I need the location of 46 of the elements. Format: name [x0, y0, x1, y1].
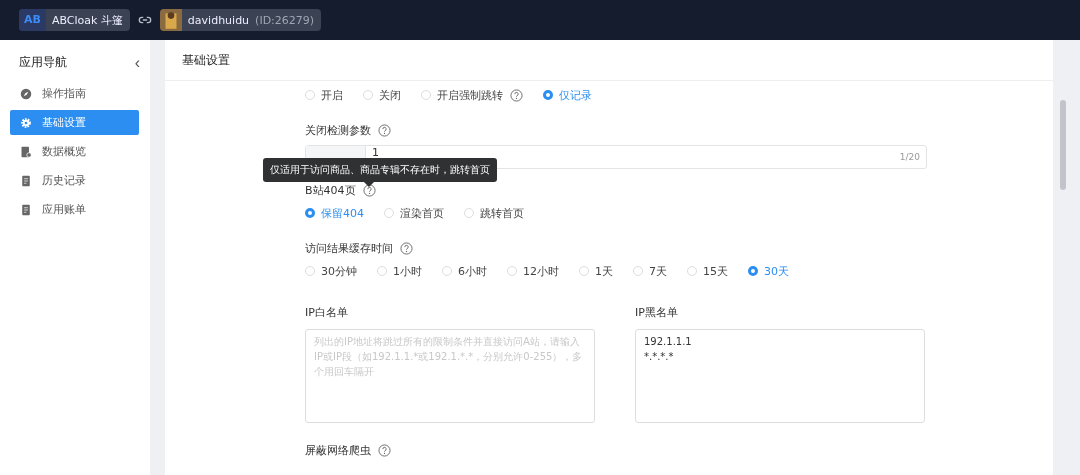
radio-option[interactable]: 关闭 [363, 87, 401, 103]
help-icon[interactable] [362, 183, 376, 197]
user-id: (ID:26279) [255, 13, 315, 27]
document-icon [20, 174, 32, 187]
field-label: B站404页 [305, 182, 356, 198]
report-icon [20, 145, 32, 158]
sidebar-title: 应用导航 [19, 54, 67, 71]
app-name: ABCloak 斗篷 [51, 12, 123, 28]
radio-option[interactable]: 12小时 [507, 263, 559, 279]
radio-option[interactable]: 开启 [305, 87, 343, 103]
nav-item[interactable]: 历史记录 [10, 168, 139, 193]
app-chip[interactable]: AB ABCloak 斗篷 [19, 9, 130, 31]
radio-option[interactable]: 7天 [633, 263, 667, 279]
radio-option[interactable]: 开启强制跳转 [421, 87, 503, 103]
app-logo: AB [19, 9, 46, 31]
field-label: 关闭检测参数 [305, 122, 371, 138]
nav-item[interactable]: 操作指南 [10, 81, 139, 106]
tooltip: 仅适用于访问商品、商品专辑不存在时，跳转首页 [262, 157, 497, 182]
radio-option[interactable]: 渲染首页 [384, 205, 444, 221]
gear-icon [20, 116, 32, 129]
radio-option[interactable]: 保留404 [305, 205, 364, 221]
scrollbar-thumb[interactable] [1060, 100, 1066, 190]
radio-option[interactable]: 6小时 [442, 263, 487, 279]
radio-option[interactable]: 1天 [579, 263, 613, 279]
compass-icon [20, 87, 32, 100]
field-label: IP白名单 [305, 304, 348, 320]
field-label: IP黑名单 [635, 304, 678, 320]
blacklist-textarea[interactable]: 192.1.1.1 *.*.*.* [635, 329, 925, 423]
avatar-icon [159, 9, 182, 31]
field-label: 访问结果缓存时间 [305, 240, 393, 256]
page-title: 基础设置 [182, 51, 230, 69]
nav-item[interactable]: 数据概览 [10, 139, 139, 164]
char-count: 1/20 [899, 152, 921, 162]
user-name: davidhuidu [187, 13, 250, 27]
tooltip-arrow [363, 181, 374, 187]
user-chip[interactable]: davidhuidu (ID:26279) [159, 9, 322, 31]
radio-option[interactable]: 30天 [748, 263, 789, 279]
radio-option[interactable]: 15天 [687, 263, 728, 279]
collapse-button[interactable]: ‹ [134, 55, 140, 70]
nav-item[interactable]: 应用账单 [10, 197, 139, 222]
field-label: 屏蔽网络爬虫 [305, 442, 371, 458]
radio-option[interactable]: 30分钟 [305, 263, 357, 279]
radio-option[interactable]: 1小时 [377, 263, 422, 279]
radio-option[interactable]: 跳转首页 [464, 205, 524, 221]
radio-option[interactable]: 仅记录 [543, 87, 592, 103]
document-icon [20, 203, 32, 216]
